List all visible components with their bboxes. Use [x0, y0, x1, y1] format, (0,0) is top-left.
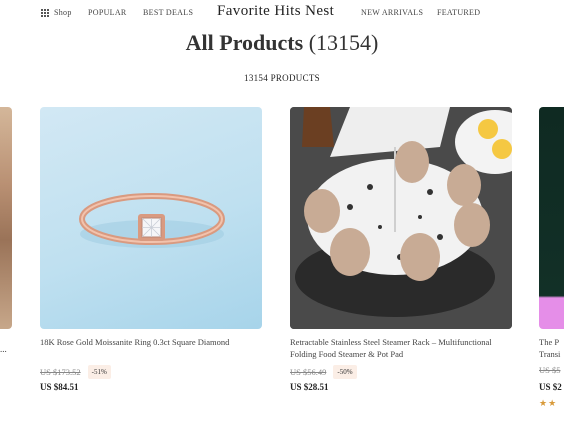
shop-menu-button[interactable]: Shop	[41, 8, 72, 17]
star-icon: ★	[548, 398, 558, 408]
product-name-truncated: ...	[0, 344, 7, 354]
nav-featured-link[interactable]: FEATURED	[437, 8, 480, 17]
price-row: US $56.49 -50%	[290, 365, 357, 379]
product-name-line2: Transi	[539, 349, 561, 359]
product-image[interactable]	[539, 107, 564, 329]
sale-price: US $2	[539, 382, 562, 392]
discount-badge: -50%	[333, 365, 357, 379]
shop-label: Shop	[54, 8, 72, 17]
product-name[interactable]: 18K Rose Gold Moissanite Ring 0.3ct Squa…	[40, 336, 260, 348]
nav-popular-link[interactable]: POPULAR	[88, 8, 127, 17]
sale-price: US $28.51	[290, 382, 329, 392]
grid-menu-icon	[41, 8, 49, 17]
products-count-label: 13154 PRODUCTS	[244, 73, 320, 83]
original-price: US $5	[539, 365, 561, 375]
product-name-line1: The P	[539, 337, 560, 347]
original-price: US $56.49	[290, 367, 327, 377]
page-title: All Products (13154)	[0, 30, 564, 56]
product-name[interactable]: Retractable Stainless Steel Steamer Rack…	[290, 336, 512, 360]
page-title-count: (13154)	[308, 30, 379, 55]
product-name[interactable]: The P Transi	[539, 336, 564, 360]
price-row: US $5	[539, 365, 561, 375]
nav-new-arrivals-link[interactable]: NEW ARRIVALS	[361, 8, 423, 17]
top-nav: Shop POPULAR BEST DEALS Favorite Hits Ne…	[0, 0, 564, 26]
steamer-illustration	[290, 107, 512, 329]
rating-stars: ★★	[539, 398, 557, 409]
nav-best-deals-link[interactable]: BEST DEALS	[143, 8, 193, 17]
page-title-text: All Products	[185, 30, 304, 55]
product-image-ring[interactable]	[40, 107, 262, 329]
ring-illustration	[79, 193, 225, 248]
price-row: US $173.52 -51%	[40, 365, 111, 379]
brand-logo-link[interactable]: Favorite Hits Nest	[217, 3, 334, 20]
original-price: US $173.52	[40, 367, 81, 377]
discount-badge: -51%	[87, 365, 111, 379]
star-icon: ★	[539, 398, 549, 408]
product-image-steamer[interactable]	[290, 107, 512, 329]
sale-price: US $84.51	[40, 382, 79, 392]
product-image[interactable]	[0, 107, 12, 329]
